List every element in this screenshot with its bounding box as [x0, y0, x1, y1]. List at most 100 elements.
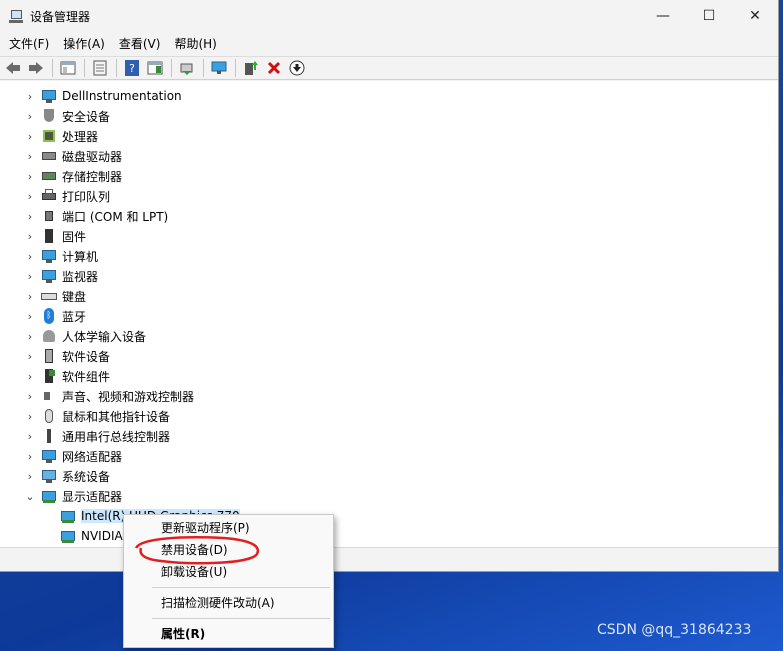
menu-help[interactable]: 帮助(H) [167, 32, 223, 56]
console-tree-icon [60, 61, 76, 75]
action-pane-button[interactable] [144, 57, 166, 79]
disable-device-button[interactable] [286, 57, 308, 79]
chevron-right-icon[interactable]: › [23, 250, 37, 263]
tree-category-expanded[interactable]: ⌄ 显示适配器 [0, 486, 778, 506]
tree-device-item[interactable]: Intel(R) UHD Graphics 770 [0, 506, 778, 526]
network-icon [41, 448, 57, 464]
tree-category[interactable]: › 存储控制器 [0, 166, 778, 186]
tree-category[interactable]: › 网络适配器 [0, 446, 778, 466]
chevron-right-icon[interactable]: › [23, 110, 37, 123]
tree-device-item[interactable]: NVIDIA [0, 526, 778, 546]
ctx-scan-hardware[interactable]: 扫描检测硬件改动(A) [124, 592, 333, 614]
category-label: 磁盘驱动器 [62, 149, 123, 164]
tree-category[interactable]: › 软件设备 [0, 346, 778, 366]
chevron-right-icon[interactable]: › [23, 390, 37, 403]
uninstall-device-button[interactable] [263, 57, 285, 79]
action-pane-icon [147, 61, 163, 75]
category-label: 计算机 [62, 249, 99, 264]
title-bar[interactable]: 设备管理器 — ☐ ✕ [0, 0, 778, 32]
monitor-icon [41, 268, 57, 284]
tree-category[interactable]: › 磁盘驱动器 [0, 146, 778, 166]
tree-category[interactable]: › 软件组件 [0, 366, 778, 386]
chevron-right-icon[interactable]: › [23, 430, 37, 443]
category-label: 键盘 [62, 289, 87, 304]
show-hide-tree-button[interactable] [57, 57, 79, 79]
device-tree[interactable]: › DellInstrumentation › 安全设备 › 处理器 › 磁盘驱… [0, 81, 778, 547]
chevron-right-icon[interactable]: › [23, 270, 37, 283]
back-button[interactable] [2, 57, 24, 79]
tree-category[interactable]: › 键盘 [0, 286, 778, 306]
tree-category[interactable]: › ᛒ 蓝牙 [0, 306, 778, 326]
menu-view[interactable]: 查看(V) [112, 32, 168, 56]
chevron-right-icon[interactable]: › [23, 190, 37, 203]
minimize-button[interactable]: — [640, 0, 686, 32]
toolbar-separator [116, 59, 117, 77]
device-manager-icon [8, 8, 24, 24]
menu-file[interactable]: 文件(F) [2, 32, 56, 56]
tree-category[interactable]: › 计算机 [0, 246, 778, 266]
chevron-right-icon[interactable]: › [23, 130, 37, 143]
ctx-properties[interactable]: 属性(R) [124, 623, 333, 645]
tree-category[interactable]: › 声音、视频和游戏控制器 [0, 386, 778, 406]
tree-category[interactable]: › 监视器 [0, 266, 778, 286]
category-label: 软件组件 [62, 369, 111, 384]
help-button[interactable]: ? [121, 57, 143, 79]
menu-action[interactable]: 操作(A) [56, 32, 112, 56]
category-label: 蓝牙 [62, 309, 87, 324]
tree-category[interactable]: › 系统设备 [0, 466, 778, 486]
tree-category[interactable]: › 鼠标和其他指针设备 [0, 406, 778, 426]
category-label: 端口 (COM 和 LPT) [62, 209, 169, 224]
category-label: DellInstrumentation [62, 89, 182, 103]
chevron-right-icon[interactable]: › [23, 410, 37, 423]
speaker-icon [41, 388, 57, 404]
chevron-right-icon[interactable]: › [23, 90, 37, 103]
red-circle-annotation [134, 536, 260, 565]
chevron-right-icon[interactable]: › [23, 310, 37, 323]
tree-category[interactable]: › 端口 (COM 和 LPT) [0, 206, 778, 226]
chevron-right-icon[interactable]: › [23, 210, 37, 223]
tree-category[interactable]: › 处理器 [0, 126, 778, 146]
forward-button[interactable] [25, 57, 47, 79]
menu-separator [152, 618, 330, 619]
computer-icon [41, 248, 57, 264]
tree-category[interactable]: › 通用串行总线控制器 [0, 426, 778, 446]
properties-button[interactable] [89, 57, 111, 79]
chevron-right-icon[interactable]: › [23, 230, 37, 243]
maximize-button[interactable]: ☐ [686, 0, 732, 32]
arrow-right-icon [29, 62, 43, 74]
update-driver-icon [245, 61, 258, 75]
chevron-right-icon[interactable]: › [23, 450, 37, 463]
red-x-icon [267, 61, 281, 75]
chevron-right-icon[interactable]: › [23, 370, 37, 383]
category-label: 通用串行总线控制器 [62, 429, 171, 444]
chevron-right-icon[interactable]: › [23, 330, 37, 343]
help-icon: ? [125, 60, 139, 76]
software-component-icon [41, 368, 57, 384]
chevron-right-icon[interactable]: › [23, 350, 37, 363]
update-driver-button[interactable] [240, 57, 262, 79]
tree-category[interactable]: › 固件 [0, 226, 778, 246]
window-title: 设备管理器 [30, 9, 91, 24]
category-label: 人体学输入设备 [62, 329, 147, 344]
keyboard-icon [41, 288, 57, 304]
display-adapter-icon [60, 528, 76, 544]
tree-category[interactable]: › 打印队列 [0, 186, 778, 206]
system-device-icon [41, 468, 57, 484]
watermark: CSDN @qq_31864233 [597, 622, 752, 638]
tree-category[interactable]: › DellInstrumentation [0, 86, 778, 106]
menu-bar: 文件(F) 操作(A) 查看(V) 帮助(H) [0, 32, 778, 56]
hid-icon [41, 328, 57, 344]
category-label: 鼠标和其他指针设备 [62, 409, 171, 424]
chevron-right-icon[interactable]: › [23, 170, 37, 183]
firmware-icon [41, 228, 57, 244]
chevron-right-icon[interactable]: › [23, 150, 37, 163]
chevron-right-icon[interactable]: › [23, 470, 37, 483]
chevron-down-icon[interactable]: ⌄ [23, 490, 37, 503]
show-devices-button[interactable] [208, 57, 230, 79]
scan-hardware-button[interactable] [176, 57, 198, 79]
tree-category[interactable]: › 人体学输入设备 [0, 326, 778, 346]
chevron-right-icon[interactable]: › [23, 290, 37, 303]
toolbar-separator [171, 59, 172, 77]
tree-category[interactable]: › 安全设备 [0, 106, 778, 126]
close-button[interactable]: ✕ [732, 0, 778, 32]
